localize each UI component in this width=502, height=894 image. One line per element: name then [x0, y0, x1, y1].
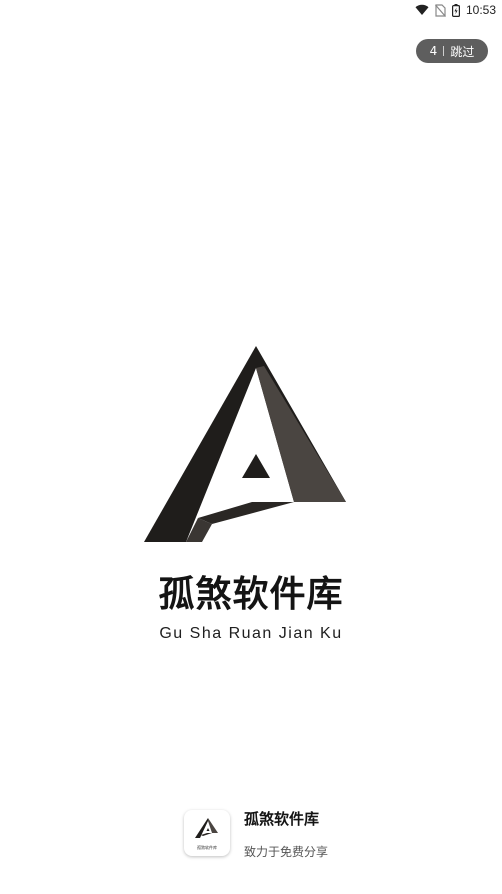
app-icon: 孤煞软件库	[184, 810, 230, 856]
logo-right-shade	[256, 366, 346, 502]
wifi-icon	[415, 4, 429, 16]
footer-slogan: 致力于免费分享	[244, 845, 329, 859]
app-icon-logo	[195, 818, 218, 838]
logo-inner-triangle	[242, 454, 270, 478]
status-time: 10:53	[465, 3, 496, 17]
battery-charging-icon	[451, 3, 460, 17]
footer-app-name: 孤煞软件库	[244, 811, 320, 828]
skip-label: 跳过	[450, 44, 475, 59]
status-bar: 10:53	[386, 0, 502, 20]
no-sim-icon	[435, 3, 446, 17]
brand-pinyin: Gu Sha Ruan Jian Ku	[159, 625, 343, 642]
footer-texts: 孤煞软件库 致力于免费分享	[244, 806, 328, 860]
skip-divider	[443, 46, 445, 56]
logo-crossbar	[198, 502, 294, 524]
app-icon-caption: 孤煞软件库	[197, 845, 217, 850]
skip-button[interactable]: 4 跳过	[416, 39, 488, 63]
brand-title: 孤煞软件库	[158, 573, 344, 614]
app-logo	[144, 346, 346, 542]
footer-app-info: 孤煞软件库 孤煞软件库 致力于免费分享	[184, 806, 328, 862]
splash-screen: 10:53 4 跳过 孤煞软件库 Gu Sha Ruan Jian Ku 孤煞软…	[0, 0, 502, 894]
skip-countdown: 4	[429, 44, 438, 58]
